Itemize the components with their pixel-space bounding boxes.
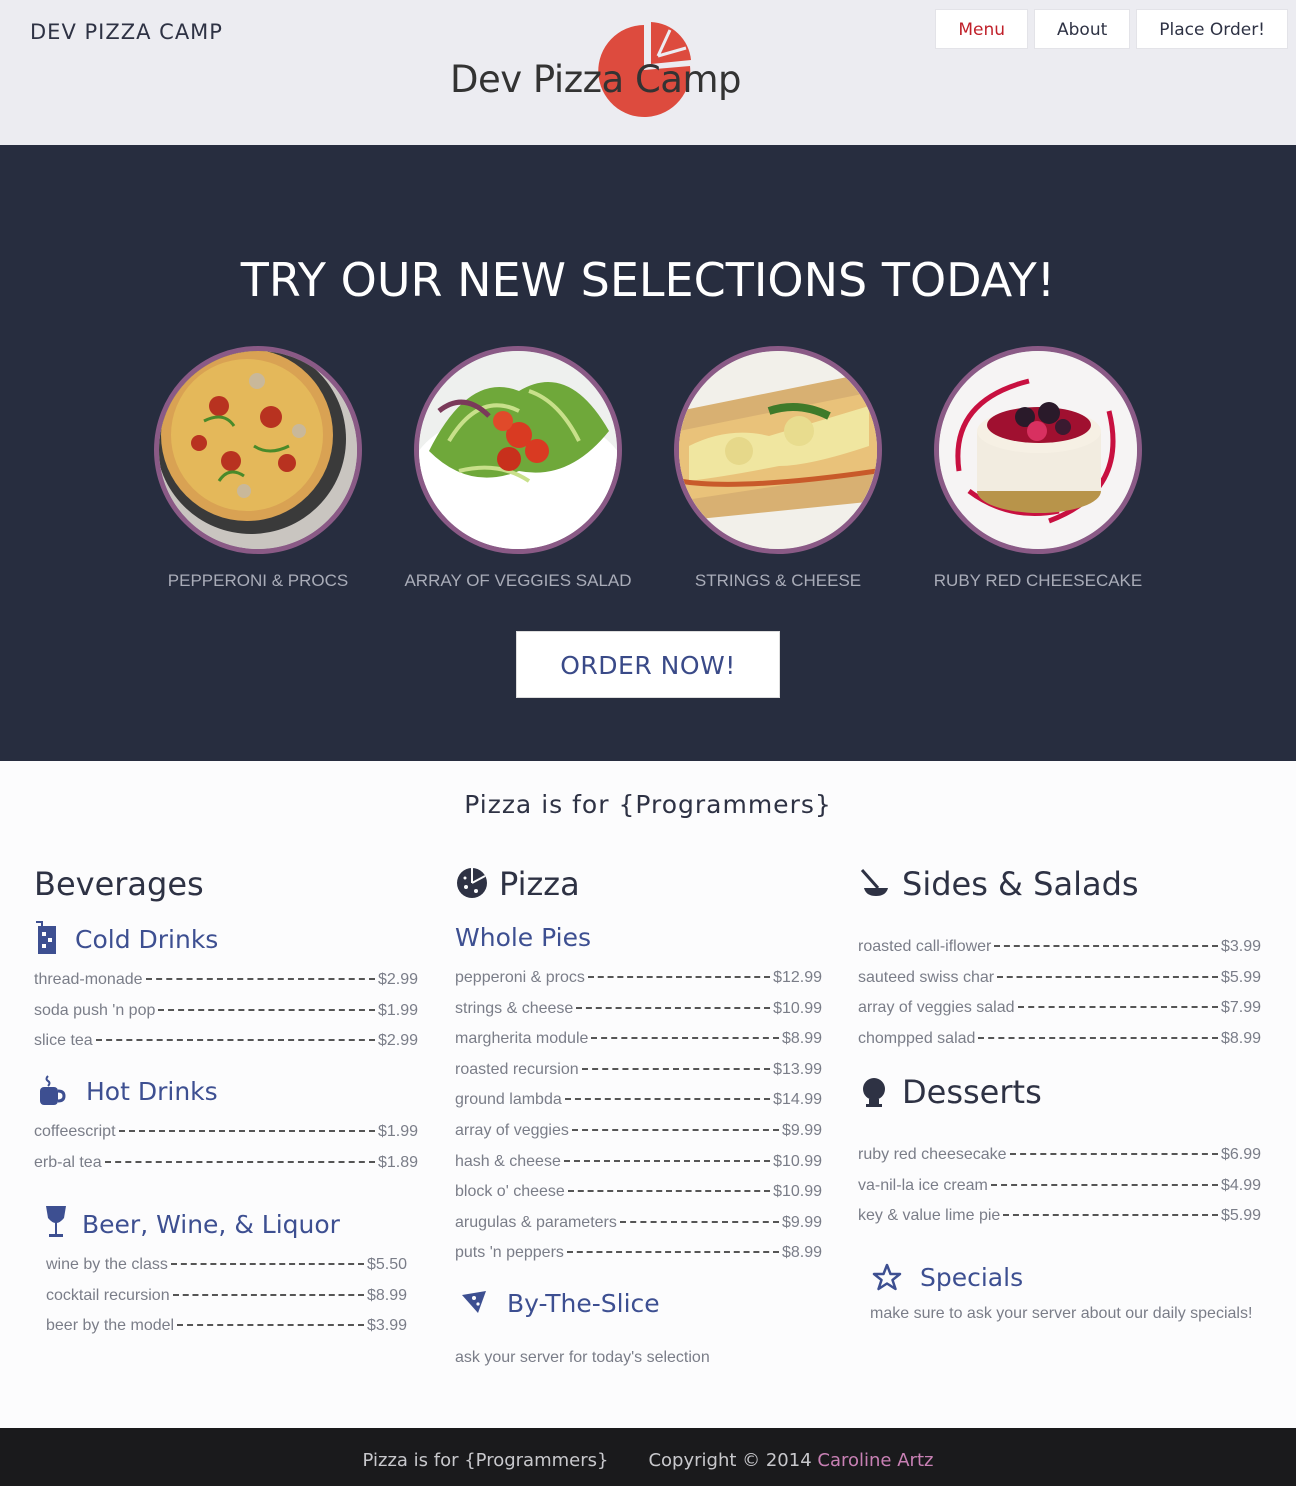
whole-pies-heading: Whole Pies [455,923,592,952]
desserts-heading: Desserts [902,1073,1042,1111]
list-item[interactable]: sauteed swiss char $5.99 [858,969,1261,1000]
main-nav: Menu About Place Order! [935,9,1288,49]
nav-menu[interactable]: Menu [935,9,1028,49]
list-item[interactable]: coffeescript $1.99 [34,1123,418,1154]
selection-label: PEPPERONI & PROCS [167,571,349,590]
strings-cheese-image [674,346,882,554]
pizza-heading: Pizza [499,865,580,903]
alcohol-list: wine by the class $5.50 cocktail recursio… [46,1256,407,1348]
beverages-heading: Beverages [34,865,204,903]
by-the-slice-heading: By-The-Slice [507,1289,660,1318]
list-item[interactable]: block o' cheese $10.99 [455,1183,822,1214]
desserts-list: ruby red cheesecake $6.99 va-nil-la ice c… [858,1146,1261,1238]
list-item[interactable]: hash & cheese $10.99 [455,1153,822,1184]
list-item[interactable]: array of veggies salad $7.99 [858,999,1261,1030]
brand-name[interactable]: DEV PIZZA CAMP [30,20,223,44]
selection-veggie-salad[interactable]: ARRAY OF VEGGIES SALAD [403,346,633,591]
pizza-slice-icon [460,1289,488,1320]
footer-tagline: Pizza is for {Programmers} [362,1450,609,1471]
selection-strings-cheese[interactable]: STRINGS & CHEESE [663,346,893,591]
veggie-salad-image [414,346,622,554]
list-item[interactable]: thread-monade $2.99 [34,971,418,1002]
list-item[interactable]: erb-al tea $1.89 [34,1154,418,1185]
footer-copyright: Copyright © 2014 [648,1450,812,1471]
order-now-button[interactable]: ORDER NOW! [516,631,780,698]
list-item[interactable]: wine by the class $5.50 [46,1256,407,1287]
beer-wine-liquor-heading: Beer, Wine, & Liquor [82,1210,340,1239]
selection-pepperoni[interactable]: PEPPERONI & PROCS [143,346,373,591]
coffee-cup-icon [38,1074,66,1113]
selection-label: STRINGS & CHEESE [694,571,862,590]
site-footer: Pizza is for {Programmers} Copyright © 20… [0,1428,1296,1486]
star-icon [872,1263,902,1296]
selection-cheesecake[interactable]: RUBY RED CHEESECAKE [923,346,1153,591]
hero-title: TRY OUR NEW SELECTIONS TODAY! [240,253,1056,307]
hot-drinks-list: coffeescript $1.99 erb-al tea $1.89 [34,1123,418,1184]
list-item[interactable]: array of veggies $9.99 [455,1122,822,1153]
list-item[interactable]: puts 'n peppers $8.99 [455,1244,822,1275]
list-item[interactable]: arugulas & parameters $9.99 [455,1214,822,1245]
ice-cream-icon [860,1077,888,1114]
pepperoni-pizza-image [154,346,362,554]
cold-drinks-list: thread-monade $2.99 soda push 'n pop $1.99… [34,971,418,1063]
specials-heading: Specials [920,1263,1024,1292]
selection-label: RUBY RED CHEESECAKE [933,571,1143,590]
list-item[interactable]: pepperoni & procs $12.99 [455,969,822,1000]
specials-note: make sure to ask your server about our d… [870,1305,1253,1322]
cold-drinks-heading: Cold Drinks [75,925,219,954]
list-item[interactable]: slice tea $2.99 [34,1032,418,1063]
cheesecake-image [934,346,1142,554]
list-item[interactable]: ground lambda $14.99 [455,1091,822,1122]
list-item[interactable]: strings & cheese $10.99 [455,1000,822,1031]
site-logo[interactable]: Dev Pizza Camp [448,20,742,120]
hot-drinks-heading: Hot Drinks [86,1077,218,1106]
sides-salads-heading: Sides & Salads [902,865,1139,903]
list-item[interactable]: cocktail recursion $8.99 [46,1287,407,1318]
author-link[interactable]: Caroline Artz [817,1450,933,1471]
site-header: DEV PIZZA CAMP Dev Pizza Camp Menu About… [0,0,1296,145]
menu-tagline: Pizza is for {Programmers} [464,790,832,819]
list-item[interactable]: ruby red cheesecake $6.99 [858,1146,1261,1177]
list-item[interactable]: beer by the model $3.99 [46,1317,407,1348]
list-item[interactable]: roasted recursion $13.99 [455,1061,822,1092]
pizza-pie-icon [456,867,488,904]
list-item[interactable]: va-nil-la ice cream $4.99 [858,1177,1261,1208]
selection-label: ARRAY OF VEGGIES SALAD [404,571,632,590]
slice-note: ask your server for today's selection [455,1349,710,1366]
whole-pies-list: pepperoni & procs $12.99 strings & cheese… [455,969,822,1275]
logo-wordmark: Dev Pizza Camp [450,58,742,101]
list-item[interactable]: chompped salad $8.99 [858,1030,1261,1061]
list-item[interactable]: roasted call-iflower $3.99 [858,938,1261,969]
list-item[interactable]: margherita module $8.99 [455,1030,822,1061]
sides-list: roasted call-iflower $3.99 sauteed swiss … [858,938,1261,1060]
nav-place-order[interactable]: Place Order! [1136,9,1288,49]
hero-section: TRY OUR NEW SELECTIONS TODAY! PEPPERONI … [0,145,1296,761]
salad-bowl-icon [860,868,890,903]
wine-glass-icon [44,1204,68,1245]
list-item[interactable]: soda push 'n pop $1.99 [34,1002,418,1033]
cold-drink-icon [34,920,60,961]
nav-about[interactable]: About [1034,9,1131,49]
list-item[interactable]: key & value lime pie $5.99 [858,1207,1261,1238]
